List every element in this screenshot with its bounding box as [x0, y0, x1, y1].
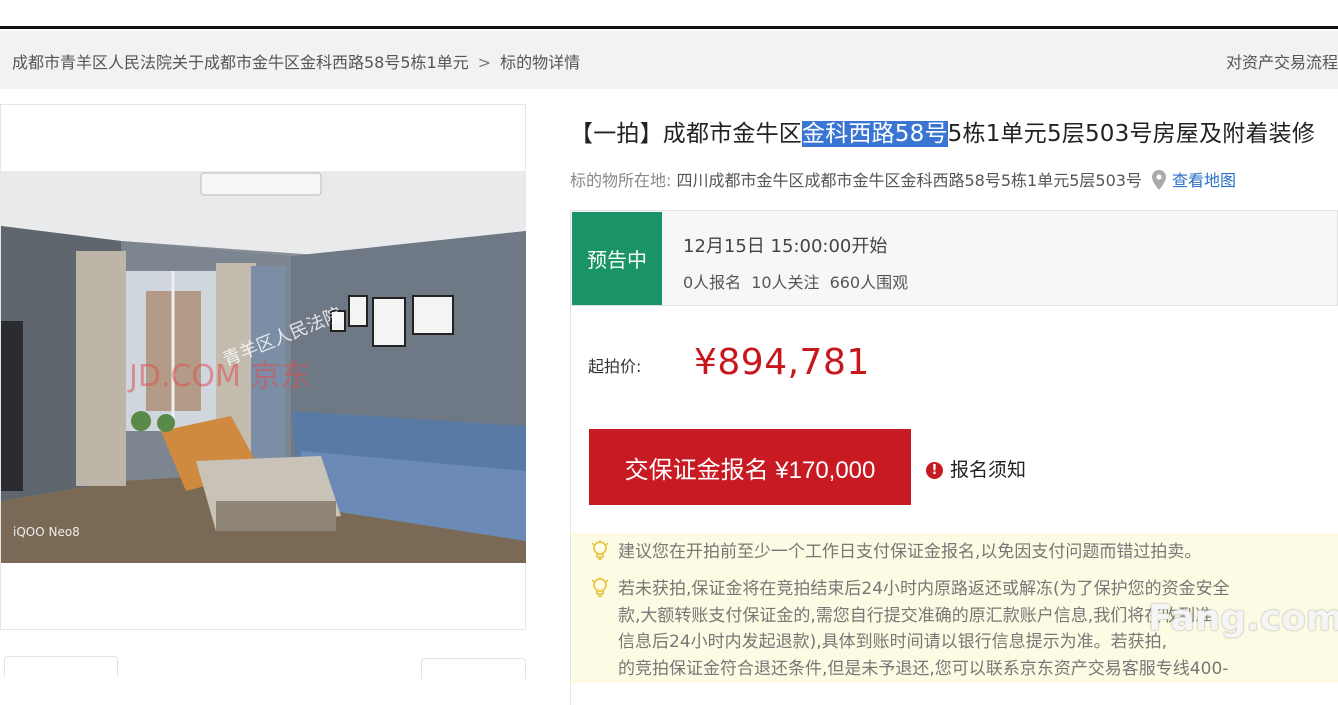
tip-text-continued: 款,大额转账支付保证金的,需您自行提交准确的原汇款账户信息,我们将在收到准: [618, 606, 1213, 626]
starting-price-label: 起拍价:: [588, 357, 642, 376]
breadcrumb-current: 标的物详情: [500, 53, 581, 72]
tip-item: 建议您在开拍前至少一个工作日支付保证金报名,以免因支付问题而错过拍卖。: [590, 538, 1201, 566]
title-prefix: 【一拍】成都市金牛区: [570, 121, 802, 147]
tip-text: 建议您在开拍前至少一个工作日支付保证金报名,以免因支付问题而错过拍卖。: [618, 542, 1202, 562]
tip-text: 若未获拍,保证金将在竞拍结束后24小时内原路返还或解冻(为了保护您的资金安全: [618, 579, 1230, 599]
exclamation-icon: !: [926, 462, 943, 479]
property-photo[interactable]: JD.COM 京东 青羊区人民法院 iQOO Neo8: [1, 171, 526, 563]
thumbnail-prev[interactable]: [4, 656, 118, 677]
tip-text-continued: 的竞拍保证金符合退还条件,但是未予退还,您可以联系京东资产交易客服专线400-: [618, 659, 1229, 679]
top-divider: [0, 26, 1338, 29]
pay-deposit-button[interactable]: 交保证金报名 ¥170,000: [589, 429, 911, 505]
breadcrumb-court-link[interactable]: 成都市青羊区人民法院关于成都市金牛区金科西路58号5栋1单元: [12, 53, 469, 72]
starting-price: ¥894,781: [694, 342, 870, 383]
view-map-link[interactable]: 查看地图: [1172, 171, 1236, 190]
title-suffix: 5栋1单元5层503号房屋及附着装修: [947, 121, 1316, 147]
photo-watermark-brand: JD.COM 京东: [127, 359, 310, 394]
location-label: 标的物所在地:: [570, 171, 672, 190]
trade-flow-link[interactable]: 对资产交易流程: [1226, 49, 1338, 73]
signup-count: 0人报名: [683, 273, 742, 292]
follower-count: 10人关注: [751, 273, 820, 292]
viewer-count: 660人围观: [829, 273, 909, 292]
title-highlight: 金科西路58号: [802, 121, 948, 147]
site-watermark: Fang.com: [1148, 598, 1338, 639]
map-pin-icon: [1152, 170, 1167, 190]
breadcrumb-separator: >: [477, 53, 492, 72]
start-time: 12月15日 15:00:00开始: [683, 236, 888, 257]
photo-watermark-camera: iQOO Neo8: [13, 525, 80, 539]
status-badge: 预告中: [572, 212, 662, 305]
tip-text-continued: 信息后24小时内发起退款),具体到账时间请以银行信息提示为准。若获拍,: [618, 632, 1168, 652]
breadcrumb: 成都市青羊区人民法院关于成都市金牛区金科西路58号5栋1单元 > 标的物详情: [12, 49, 580, 73]
listing-title: 【一拍】成都市金牛区金科西路58号5栋1单元5层503号房屋及附着装修: [570, 114, 1315, 148]
registration-notice[interactable]: ! 报名须知: [926, 455, 1026, 482]
lightbulb-icon: [591, 540, 609, 560]
location-value: 四川成都市金牛区成都市金牛区金科西路58号5栋1单元5层503号: [676, 171, 1142, 190]
lightbulb-icon: [591, 577, 609, 597]
auction-stats: 0人报名 10人关注 660人围观: [683, 269, 918, 293]
location-row: 标的物所在地: 四川成都市金牛区成都市金牛区金科西路58号5栋1单元5层503号…: [570, 167, 1236, 191]
tip-item: 若未获拍,保证金将在竞拍结束后24小时内原路返还或解冻(为了保护您的资金安全: [590, 575, 1230, 603]
thumbnail-next[interactable]: [421, 658, 526, 679]
registration-notice-label: 报名须知: [950, 459, 1027, 481]
